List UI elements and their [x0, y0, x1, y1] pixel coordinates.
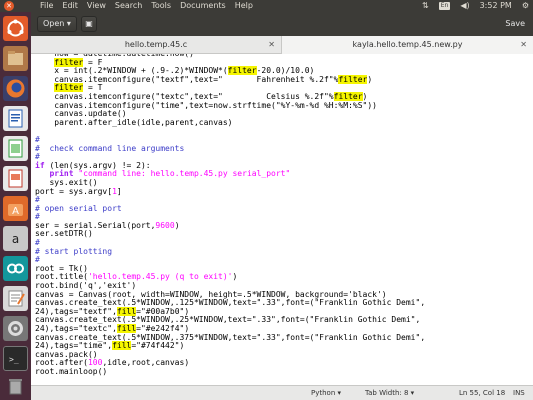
libreoffice-writer-icon[interactable] — [3, 106, 28, 131]
system-tray: ⇅ En ◀) 3:52 PM ⚙ — [422, 0, 529, 12]
close-tab-icon[interactable]: ✕ — [520, 36, 527, 54]
code-line[interactable]: parent.after_idle(idle,parent,canvas) — [35, 117, 425, 128]
settings-icon[interactable] — [3, 316, 28, 341]
open-button[interactable]: Open ▾ — [37, 16, 77, 32]
menu-help[interactable]: Help — [235, 0, 253, 12]
code-token: root.mainloop() — [35, 366, 108, 376]
code-token: # start plotting — [35, 246, 113, 256]
launcher: A a >_ — [0, 12, 31, 400]
firefox-icon[interactable] — [3, 76, 28, 101]
code-token: ) — [232, 272, 238, 282]
cursor-position: Ln 55, Col 18 — [459, 389, 506, 397]
volume-icon[interactable]: ◀) — [460, 0, 469, 12]
text-editor-icon[interactable] — [3, 286, 28, 311]
amazon-icon[interactable]: a — [3, 226, 28, 251]
code-token: "command line: hello.temp.45.py serial_p… — [73, 169, 291, 179]
new-document-icon: ▣ — [85, 19, 93, 28]
header-bar: Open ▾ ▣ Save — [31, 12, 533, 36]
code-line[interactable] — [35, 127, 425, 136]
status-bar: Python ▾ Tab Width: 8 ▾ Ln 55, Col 18 IN… — [31, 385, 533, 400]
menu-file[interactable]: File — [40, 0, 53, 12]
menu-edit[interactable]: Edit — [62, 0, 78, 12]
code-text[interactable]: now = datetime.datetime.now() filter = F… — [35, 54, 425, 377]
code-editor[interactable]: now = datetime.datetime.now() filter = F… — [31, 54, 533, 385]
network-icon[interactable]: ⇅ — [422, 0, 429, 12]
code-token: # open serial port — [35, 203, 122, 213]
tab-hello-temp-c[interactable]: hello.temp.45.c ✕ — [31, 36, 282, 54]
clock[interactable]: 3:52 PM — [480, 0, 512, 12]
menu-view[interactable]: View — [87, 0, 106, 12]
arduino-icon[interactable] — [3, 256, 28, 281]
new-document-button[interactable]: ▣ — [81, 16, 97, 32]
power-gear-icon[interactable]: ⚙ — [522, 0, 529, 12]
language-selector[interactable]: Python ▾ — [311, 386, 341, 400]
software-center-icon[interactable]: A — [3, 196, 28, 221]
svg-text:>_: >_ — [9, 355, 19, 364]
code-token: ] — [116, 186, 122, 196]
files-icon[interactable] — [3, 46, 28, 71]
code-line[interactable]: # check command line arguments — [35, 143, 425, 154]
code-token: ,idle,root,canvas) — [102, 358, 190, 368]
tab-label: hello.temp.45.c — [124, 40, 188, 49]
insert-mode: INS — [513, 389, 525, 397]
menu-documents[interactable]: Documents — [180, 0, 226, 12]
menu-tools[interactable]: Tools — [151, 0, 171, 12]
save-button[interactable]: Save — [505, 16, 525, 32]
tab-kayla-hello-temp-py[interactable]: kayla.hello.temp.45.new.py ✕ — [282, 36, 533, 54]
code-line[interactable]: root.mainloop() — [35, 366, 425, 377]
svg-text:A: A — [12, 206, 19, 217]
keyboard-layout-indicator[interactable]: En — [438, 2, 451, 10]
terminal-icon[interactable]: >_ — [3, 346, 28, 371]
code-token: # check command line arguments — [35, 143, 185, 153]
code-token: ) — [367, 74, 373, 84]
code-line[interactable]: # start plotting — [35, 246, 425, 257]
libreoffice-impress-icon[interactable] — [3, 166, 28, 191]
code-line[interactable]: ser.setDTR() — [35, 230, 425, 239]
code-token: port = sys.argv[ — [35, 186, 113, 196]
search-highlight: fill — [112, 341, 132, 351]
code-token: ="#74f442") — [131, 341, 185, 351]
trash-icon[interactable] — [3, 374, 28, 399]
svg-text:a: a — [12, 232, 19, 246]
top-menubar: ✕ File Edit View Search Tools Documents … — [0, 0, 533, 12]
tab-width-selector[interactable]: Tab Width: 8 ▾ — [365, 386, 414, 400]
code-line[interactable]: # open serial port — [35, 203, 425, 214]
code-line[interactable]: port = sys.argv[1] — [35, 186, 425, 197]
search-highlight: filter — [338, 74, 368, 84]
libreoffice-calc-icon[interactable] — [3, 136, 28, 161]
tab-label: kayla.hello.temp.45.new.py — [352, 40, 463, 49]
close-tab-icon[interactable]: ✕ — [268, 36, 275, 54]
code-line[interactable]: ser = serial.Serial(port,9600) — [35, 220, 425, 231]
code-token: ) — [174, 220, 180, 230]
code-token: 9600 — [155, 220, 175, 230]
document-tabs: hello.temp.45.c ✕ kayla.hello.temp.45.ne… — [31, 36, 533, 54]
ubuntu-dash-icon[interactable] — [3, 16, 28, 41]
code-token: parent.after_idle(idle,parent,canvas) — [35, 117, 233, 127]
code-token: ser.setDTR() — [35, 229, 93, 239]
menu-search[interactable]: Search — [115, 0, 142, 12]
code-line[interactable]: # — [35, 255, 425, 265]
app-menu: File Edit View Search Tools Documents He… — [40, 0, 262, 12]
close-window-icon[interactable]: ✕ — [4, 1, 14, 11]
